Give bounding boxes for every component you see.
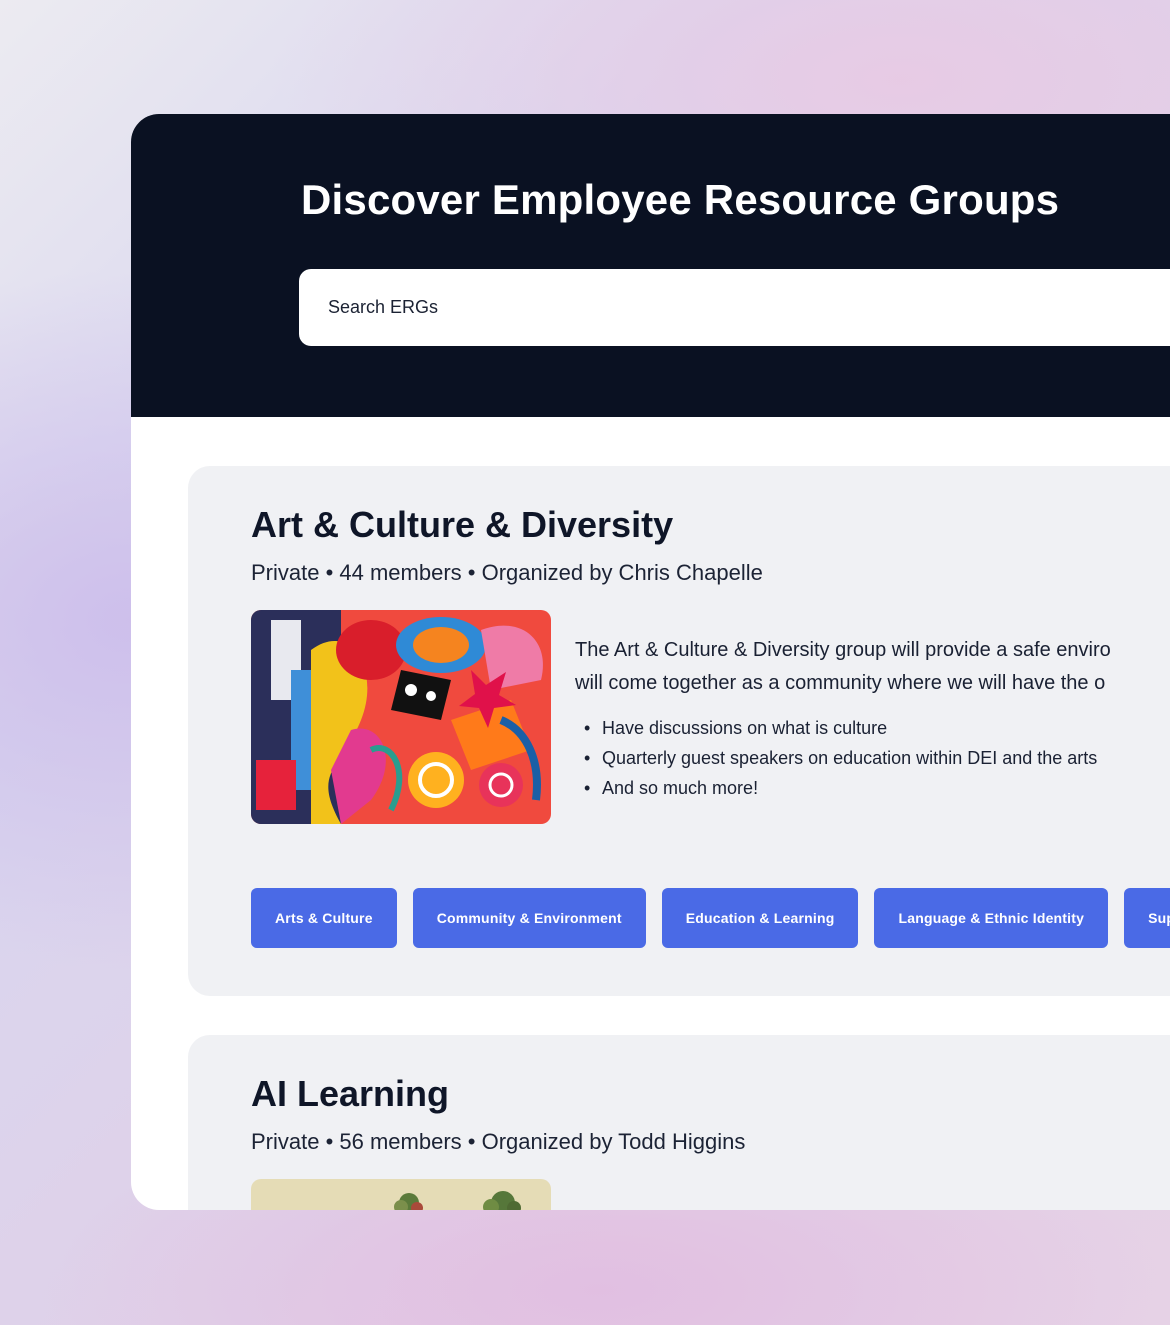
description-line: will come together as a community where … <box>575 672 1106 694</box>
search-input[interactable]: Search ERGs <box>299 269 1170 346</box>
bullet-item: Quarterly guest speakers on education wi… <box>584 743 1097 773</box>
plants-image <box>251 1179 551 1210</box>
app-window: Discover Employee Resource Groups Search… <box>131 114 1170 1210</box>
erg-card-image[interactable] <box>251 1179 551 1210</box>
page-title: Discover Employee Resource Groups <box>301 176 1060 223</box>
hero-header: Discover Employee Resource Groups Search… <box>131 114 1170 417</box>
tag-community-environment[interactable]: Community & Environment <box>412 888 646 948</box>
erg-card-meta: Private • 56 members • Organized by Todd… <box>251 1129 746 1154</box>
erg-card[interactable]: Art & Culture & Diversity Private • 44 m… <box>188 466 1170 996</box>
erg-card[interactable]: AI Learning Private • 56 members • Organ… <box>188 1035 1170 1210</box>
description-line: The Art & Culture & Diversity group will… <box>575 639 1111 661</box>
tag-education-learning[interactable]: Education & Learning <box>661 888 859 948</box>
erg-card-meta: Private • 44 members • Organized by Chri… <box>251 560 763 585</box>
tag-support[interactable]: Suppo <box>1124 888 1170 948</box>
tag-language-ethnic-identity[interactable]: Language & Ethnic Identity <box>874 888 1109 948</box>
bullet-item: Have discussions on what is culture <box>584 713 1097 743</box>
erg-card-image[interactable] <box>251 610 551 824</box>
search-placeholder: Search ERGs <box>328 297 439 317</box>
erg-card-title[interactable]: Art & Culture & Diversity <box>251 504 673 546</box>
erg-card-title[interactable]: AI Learning <box>251 1073 449 1115</box>
erg-card-tags: Arts & Culture Community & Environment E… <box>251 888 1170 948</box>
erg-card-description: The Art & Culture & Diversity group will… <box>575 634 1170 700</box>
tag-arts-culture[interactable]: Arts & Culture <box>251 888 397 948</box>
abstract-painting-image <box>251 610 551 824</box>
bullet-item: And so much more! <box>584 773 1097 803</box>
erg-card-bullets: Have discussions on what is culture Quar… <box>584 713 1097 803</box>
